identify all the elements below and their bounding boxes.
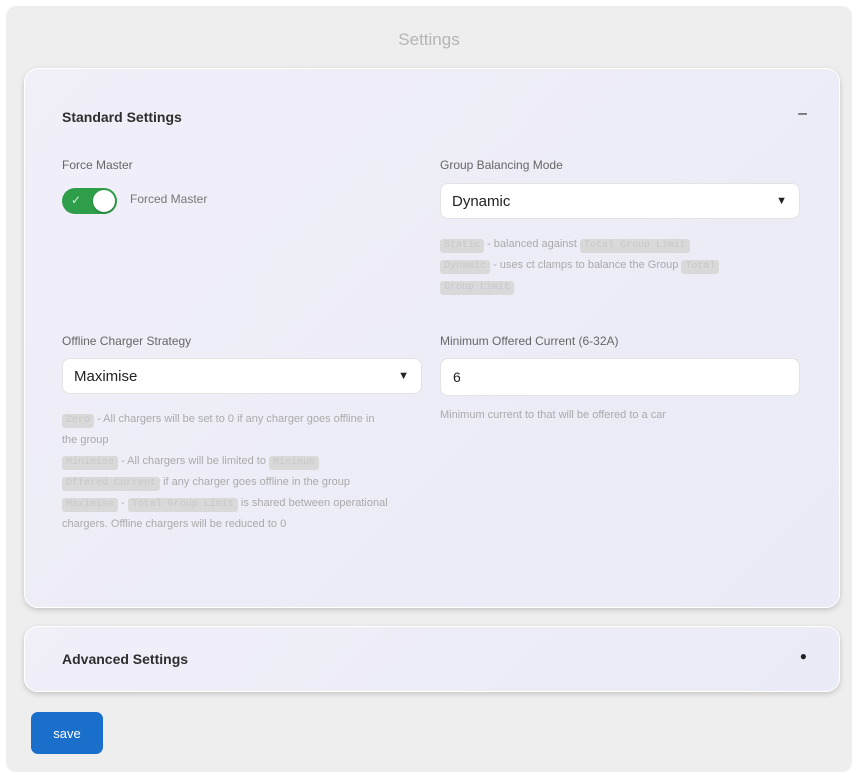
code-tag: Group Limit bbox=[440, 281, 515, 295]
min-offered-current-label: Minimum Offered Current (6-32A) bbox=[440, 334, 619, 348]
offline-strategy-label: Offline Charger Strategy bbox=[62, 334, 192, 348]
offline-strategy-select[interactable]: Maximise ▼ bbox=[62, 358, 422, 394]
help-text: - All chargers will be limited to bbox=[118, 455, 270, 467]
help-text: - bbox=[118, 497, 128, 509]
code-tag: Total Group Limit bbox=[580, 239, 691, 253]
caret-down-icon: ▼ bbox=[776, 195, 787, 207]
help-text: - uses ct clamps to balance the Group bbox=[490, 259, 682, 271]
advanced-settings-header[interactable]: Advanced Settings bbox=[62, 651, 188, 667]
offline-strategy-value: Maximise bbox=[74, 368, 138, 385]
switch-knob bbox=[93, 190, 115, 212]
page-title: Settings bbox=[398, 30, 460, 49]
collapse-icon[interactable]: – bbox=[798, 105, 807, 123]
check-icon: ✓ bbox=[71, 193, 82, 207]
force-master-switch[interactable]: ✓ bbox=[62, 188, 117, 214]
code-tag: Minimise bbox=[62, 456, 119, 470]
help-text: - All chargers will be set to 0 if any c… bbox=[62, 413, 375, 446]
help-text: if any charger goes offline in the group bbox=[160, 476, 350, 488]
expand-icon[interactable]: ● bbox=[800, 649, 807, 663]
code-tag: Offered Current bbox=[62, 477, 161, 491]
code-tag: Maximise bbox=[62, 498, 119, 512]
help-text: - balanced against bbox=[484, 238, 581, 250]
min-offered-current-input[interactable] bbox=[440, 358, 800, 396]
standard-settings-card: Standard Settings – Force Master ✓ Force… bbox=[24, 68, 840, 608]
code-tag: Static bbox=[440, 239, 485, 253]
code-tag: Dynamic bbox=[440, 260, 491, 274]
code-tag: Zero bbox=[62, 414, 95, 428]
code-tag: Total Group Limit bbox=[127, 498, 238, 512]
caret-down-icon: ▼ bbox=[398, 370, 409, 382]
group-balancing-value: Dynamic bbox=[452, 193, 511, 210]
group-balancing-label: Group Balancing Mode bbox=[440, 158, 563, 172]
advanced-settings-card[interactable]: Advanced Settings ● bbox=[24, 626, 840, 692]
code-tag: Total bbox=[681, 260, 720, 274]
code-tag: Minimum bbox=[269, 456, 320, 470]
save-button[interactable]: save bbox=[31, 712, 103, 754]
force-master-switch-label: Forced Master bbox=[130, 192, 208, 206]
force-master-label: Force Master bbox=[62, 158, 133, 172]
group-balancing-select[interactable]: Dynamic ▼ bbox=[440, 183, 800, 219]
min-offered-current-help: Minimum current to that will be offered … bbox=[440, 409, 667, 421]
standard-settings-header[interactable]: Standard Settings bbox=[62, 109, 182, 125]
group-balancing-help: Static - balanced against Total Group Li… bbox=[440, 234, 785, 297]
offline-strategy-help: Zero - All chargers will be set to 0 if … bbox=[62, 409, 388, 535]
